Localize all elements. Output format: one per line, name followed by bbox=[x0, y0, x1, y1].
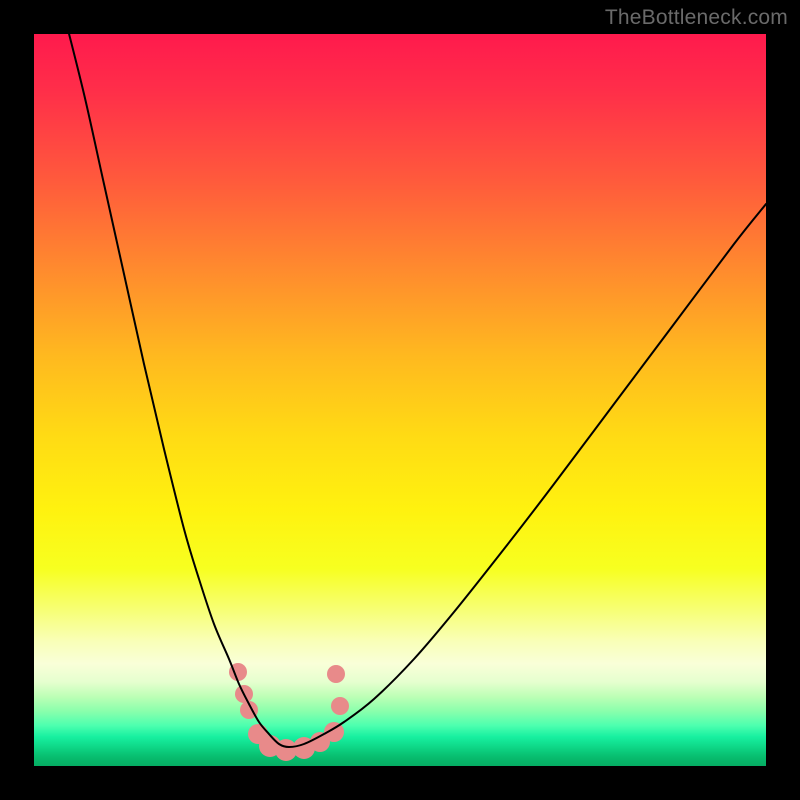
watermark-text: TheBottleneck.com bbox=[605, 6, 788, 30]
chart-svg bbox=[34, 34, 766, 766]
marker-dot bbox=[327, 665, 345, 683]
bottleneck-curve bbox=[64, 34, 766, 747]
chart-frame: TheBottleneck.com bbox=[0, 0, 800, 800]
marker-dot bbox=[331, 697, 349, 715]
plot-area bbox=[34, 34, 766, 766]
